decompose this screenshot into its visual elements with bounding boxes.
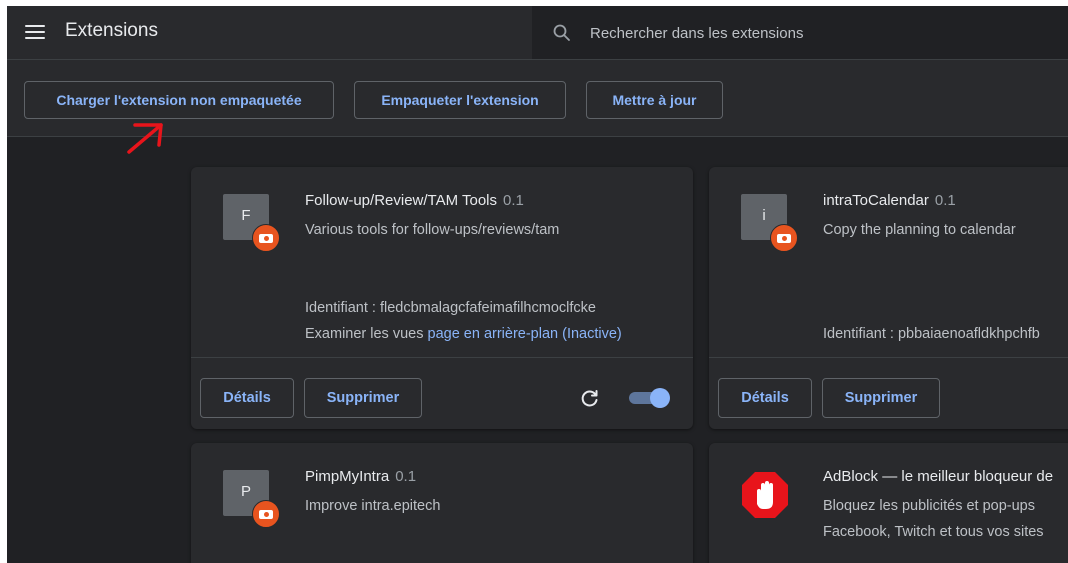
menu-icon[interactable] [25, 23, 47, 43]
enable-toggle[interactable] [627, 388, 670, 408]
search-input[interactable] [588, 20, 1052, 46]
extensions-page: Extensions Charger l'extension non empaq… [7, 6, 1068, 563]
adblock-hand-icon [742, 472, 788, 518]
remove-button[interactable]: Supprimer [304, 378, 422, 418]
extension-name: PimpMyIntra 0.1 [305, 468, 417, 485]
extension-description: Copy the planning to calendar [823, 222, 1016, 238]
extension-description-line2: Facebook, Twitch et tous vos sites [823, 524, 1044, 540]
developer-mode-badge-icon [252, 500, 280, 528]
extension-description: Improve intra.epitech [305, 498, 441, 514]
extension-version: 0.1 [934, 192, 956, 209]
inspect-views: Examiner les vues page en arrière-plan (… [305, 326, 622, 342]
developer-mode-badge-icon [770, 224, 798, 252]
remove-button[interactable]: Supprimer [822, 378, 940, 418]
reload-icon[interactable] [579, 387, 601, 409]
extension-name: AdBlock — le meilleur bloqueur de [823, 468, 1054, 485]
extension-name: intraToCalendar 0.1 [823, 192, 956, 209]
search-icon[interactable] [552, 23, 572, 43]
pack-extension-button[interactable]: Empaqueter l'extension [354, 81, 566, 119]
details-button[interactable]: Détails [718, 378, 812, 418]
card-divider [191, 357, 693, 358]
extension-description: Bloquez les publicités et pop-ups [823, 498, 1035, 514]
search-box [532, 6, 1068, 59]
load-unpacked-button[interactable]: Charger l'extension non empaquetée [24, 81, 334, 119]
card-divider [709, 357, 1068, 358]
extension-card-adblock: AdBlock — le meilleur bloqueur de Bloque… [709, 443, 1068, 563]
extension-version: 0.1 [395, 468, 417, 485]
extension-name: Follow-up/Review/TAM Tools 0.1 [305, 192, 524, 209]
extension-card-intratocalendar: i intraToCalendar 0.1 Copy the planning t… [709, 167, 1068, 429]
extension-id: Identifiant : fledcbmalagcfafeimafilhcmo… [305, 300, 596, 316]
top-bar: Extensions [7, 6, 1068, 60]
extension-id: Identifiant : pbbaiaenoafldkhpchfb [823, 326, 1040, 342]
extension-card-follow-up: F Follow-up/Review/TAM Tools 0.1 Various … [191, 167, 693, 429]
annotation-arrow [127, 123, 163, 154]
details-button[interactable]: Détails [200, 378, 294, 418]
extension-version: 0.1 [503, 192, 524, 209]
developer-mode-badge-icon [252, 224, 280, 252]
background-page-link[interactable]: page en arrière-plan (Inactive) [428, 326, 622, 342]
extension-description: Various tools for follow-ups/reviews/tam [305, 222, 560, 238]
extension-card-pimpmyintra: P PimpMyIntra 0.1 Improve intra.epitech [191, 443, 693, 563]
update-button[interactable]: Mettre à jour [586, 81, 723, 119]
page-title: Extensions [65, 20, 158, 41]
